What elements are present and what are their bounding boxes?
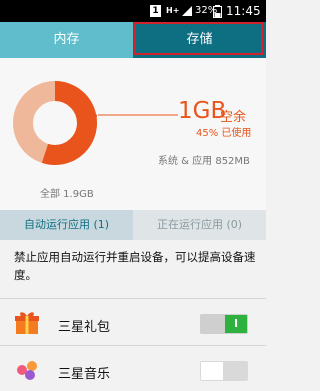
tab-highlight-outline (134, 22, 263, 55)
signal-icon (181, 0, 193, 22)
app-name: 三星音乐 (58, 367, 111, 382)
autorun-description: 禁止应用自动运行并重启设备，可以提高设备速度。 (14, 250, 256, 282)
notification-icon: 1 (150, 5, 161, 17)
system-apps-size: 系统 & 应用 852MB (158, 156, 250, 167)
tab-memory[interactable]: 内存 (0, 22, 133, 58)
network-type-icon: H+ (166, 6, 180, 15)
battery-icon (213, 0, 222, 22)
clock: 11:45 (226, 4, 261, 18)
free-space-amount: 1GB (178, 98, 227, 124)
gift-icon (15, 312, 39, 334)
music-icon (17, 361, 37, 380)
autorun-toggle[interactable]: I (200, 314, 248, 334)
used-percent-text: 45% 已使用 (196, 128, 252, 139)
free-space-label: 空余 (220, 110, 247, 125)
storage-donut-chart (13, 81, 97, 165)
toggle-knob: I (225, 315, 247, 333)
donut-callout-dot (93, 114, 97, 118)
divider (0, 298, 266, 299)
subtab-running-apps[interactable]: 正在运行应用 (0) (133, 210, 266, 240)
app-row[interactable]: 三星礼包 I (0, 300, 266, 344)
toggle-knob (201, 362, 223, 380)
divider (0, 345, 266, 346)
subtab-autorun-apps[interactable]: 自动运行应用 (1) (0, 210, 133, 240)
autorun-toggle[interactable] (200, 361, 248, 381)
app-name: 三星礼包 (58, 320, 111, 335)
sub-tab-bar: 自动运行应用 (1) 正在运行应用 (0) (0, 210, 266, 240)
total-storage: 全部 1.9GB (40, 189, 94, 200)
status-bar: 1 H+ 32% 11:45 (0, 0, 266, 22)
app-row[interactable]: 三星音乐 (0, 347, 266, 391)
callout-line (98, 114, 178, 116)
